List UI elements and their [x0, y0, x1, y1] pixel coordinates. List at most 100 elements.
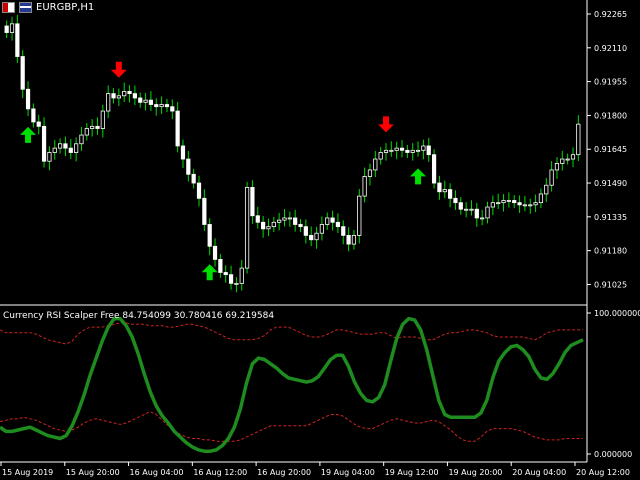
- price-tick-label: 0.91180: [594, 247, 627, 256]
- candle: [293, 217, 298, 225]
- price-tick-label: 0.91800: [594, 111, 627, 120]
- candle: [346, 234, 351, 245]
- candle: [522, 204, 528, 207]
- candle: [170, 106, 175, 112]
- candle: [271, 221, 276, 228]
- candle: [512, 200, 517, 204]
- candle: [458, 202, 463, 210]
- chart-title-bar: EURGBP,H1: [2, 0, 94, 14]
- candle: [228, 274, 234, 284]
- candle: [383, 149, 389, 153]
- candle: [20, 56, 25, 90]
- candle: [330, 217, 335, 223]
- price-tick-label: 0.92110: [594, 44, 627, 53]
- candle: [549, 169, 554, 186]
- candle: [533, 202, 538, 206]
- candle: [132, 93, 137, 99]
- price-tick-label: 0.91025: [594, 280, 627, 289]
- candle: [277, 219, 282, 223]
- candle: [517, 202, 522, 206]
- time-axis[interactable]: 15 Aug 2019 15 Aug 20:00 16 Aug 04:00 16 Au…: [0, 462, 630, 477]
- candle: [576, 123, 581, 156]
- candle: [261, 221, 266, 230]
- candle: [362, 176, 367, 197]
- sell-arrow-icon: [110, 61, 127, 78]
- time-tick-label: 19 Aug 04:00: [321, 468, 375, 477]
- candle: [207, 224, 212, 247]
- price-tick-label: 0.91955: [594, 78, 627, 87]
- candle: [63, 143, 68, 149]
- candle: [116, 95, 121, 99]
- time-tick-label: 20 Aug 12:00: [576, 468, 630, 477]
- candle: [389, 149, 394, 152]
- candle: [15, 23, 20, 57]
- candle: [351, 234, 357, 245]
- candle: [544, 184, 549, 195]
- candle: [325, 217, 330, 225]
- candle: [191, 173, 196, 184]
- buy-arrow-icon: [410, 168, 427, 185]
- time-tick-label: 16 Aug 04:00: [130, 468, 184, 477]
- candle: [164, 104, 170, 108]
- candle: [538, 193, 544, 204]
- uk-flag-icon: [19, 1, 32, 13]
- indicator-scale-bottom: 0.000000: [594, 450, 632, 459]
- indicator-rsi-line: [0, 316, 584, 453]
- candle: [480, 217, 485, 220]
- candle: [282, 217, 287, 221]
- time-tick-label: 20 Aug 04:00: [512, 468, 566, 477]
- candle: [464, 208, 469, 211]
- candle: [367, 169, 373, 177]
- candle: [57, 143, 63, 149]
- price-candles: [4, 14, 581, 293]
- price-tick-label: 0.92265: [594, 10, 627, 19]
- candle: [202, 197, 207, 225]
- candle: [565, 158, 570, 161]
- candle: [490, 202, 495, 208]
- candle: [266, 226, 271, 230]
- candle: [309, 234, 314, 241]
- candle: [52, 147, 57, 153]
- candle: [474, 208, 479, 219]
- candle: [223, 272, 228, 276]
- candle: [448, 189, 453, 199]
- candle: [127, 91, 132, 95]
- time-tick-label: 19 Aug 20:00: [448, 468, 502, 477]
- candle: [506, 200, 511, 202]
- candle: [244, 186, 250, 269]
- candle: [255, 215, 260, 223]
- symbol-title: EURGBP,H1: [36, 1, 95, 13]
- candle: [298, 224, 303, 228]
- candle: [399, 147, 405, 151]
- candle: [415, 149, 421, 152]
- candle: [148, 99, 154, 105]
- candle: [122, 91, 127, 97]
- candle: [47, 152, 52, 162]
- time-tick-label: 16 Aug 20:00: [257, 468, 311, 477]
- candle: [100, 110, 105, 129]
- candle: [239, 267, 244, 284]
- candle: [68, 147, 73, 153]
- candle: [303, 226, 308, 236]
- candle: [111, 93, 116, 99]
- candle: [496, 202, 501, 205]
- price-tick-label: 0.91335: [594, 213, 627, 222]
- candle: [421, 145, 426, 151]
- candle: [335, 221, 341, 228]
- indicator-scale-top: 100.000000: [594, 309, 640, 318]
- candle: [31, 108, 36, 123]
- candle: [485, 206, 490, 219]
- candle: [186, 158, 191, 175]
- candle: [154, 104, 159, 108]
- candle: [410, 149, 415, 153]
- candle: [234, 282, 239, 285]
- candle: [175, 110, 180, 147]
- upper-band-line: [0, 322, 583, 345]
- time-tick-label: 15 Aug 20:00: [66, 468, 120, 477]
- candle: [25, 88, 31, 110]
- chart-canvas[interactable]: 0.92265 0.92110 0.91955 0.91800 0.91645 0.914…: [0, 0, 640, 480]
- time-tick-label: 19 Aug 12:00: [385, 468, 439, 477]
- candle: [501, 200, 506, 204]
- price-axis[interactable]: 0.92265 0.92110 0.91955 0.91800 0.91645 0.914…: [587, 10, 627, 289]
- candle: [437, 182, 442, 193]
